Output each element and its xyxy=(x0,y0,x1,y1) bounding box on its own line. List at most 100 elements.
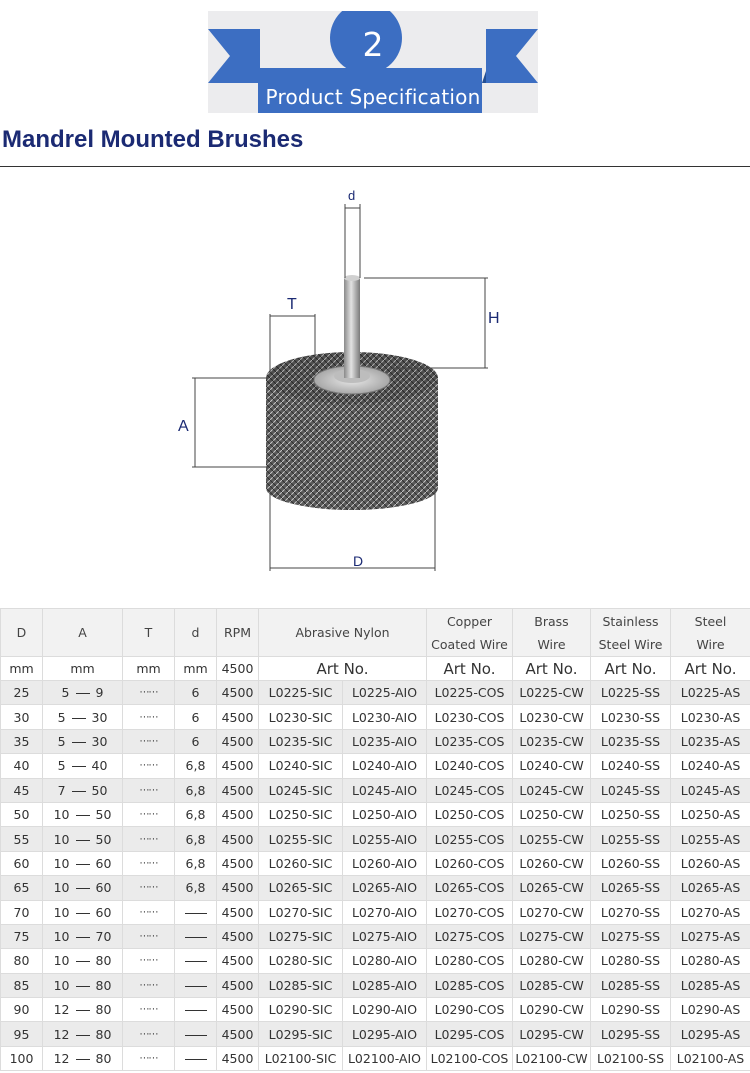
cell-A-max: 80 xyxy=(95,1026,112,1042)
cell-art-cw: L0275-CW xyxy=(512,923,591,950)
cell-d: 6 xyxy=(174,704,217,730)
col-header-d: d xyxy=(174,608,217,657)
range-dash xyxy=(75,961,90,963)
cell-d: 6,8 xyxy=(174,826,217,852)
section-banner: 2 Product Specification xyxy=(208,11,538,113)
cell-art-aio: L0265-AIO xyxy=(342,875,427,901)
cell-art-cw: L0260-CW xyxy=(512,850,591,877)
cell-A-max: 30 xyxy=(91,733,108,749)
table-row: 75 10 70 ⋯⋯ 4500 L0275-SIC L0275-AIO L0275-COS L… xyxy=(0,923,750,950)
cell-A-max: 40 xyxy=(91,758,108,774)
cell-art-ss: L0285-SS xyxy=(590,972,671,999)
cell-art-aio: L0290-AIO xyxy=(342,997,427,1023)
cell-T: ⋯⋯ xyxy=(122,777,175,803)
cell-art-cw: L02100-CW xyxy=(512,1045,591,1072)
cell-A-min: 5 xyxy=(57,758,66,774)
range-dash xyxy=(75,863,90,865)
cell-art-cos: L0260-COS xyxy=(426,850,513,877)
cell-d: 6,8 xyxy=(174,801,217,828)
cell-A-max: 9 xyxy=(95,685,104,701)
cell-rpm: 4500 xyxy=(216,997,259,1023)
table-row: 80 10 80 ⋯⋯ 4500 L0280-SIC L0280-AIO L0280-COS L… xyxy=(0,948,750,974)
cell-art-aio: L0235-AIO xyxy=(342,728,427,755)
cell-A-max: 50 xyxy=(95,831,112,847)
cell-A: 10 60 xyxy=(42,899,123,925)
cell-A: 5 30 xyxy=(42,728,123,755)
col-header-T: T xyxy=(122,608,175,657)
cell-art-as: L0285-AS xyxy=(670,972,750,999)
col-header-rpm: RPM xyxy=(216,608,259,657)
cell-D: 30 xyxy=(0,704,43,730)
section-number: 2 xyxy=(362,25,384,64)
cell-A-min: 10 xyxy=(53,807,70,823)
cell-art-cos: L0290-COS xyxy=(426,997,513,1023)
cell-art-as: L0270-AS xyxy=(670,899,750,925)
cell-T: ⋯⋯ xyxy=(122,753,175,779)
cell-A: 10 80 xyxy=(42,972,123,999)
cell-A: 10 60 xyxy=(42,850,123,877)
cell-rpm: 4500 xyxy=(216,777,259,803)
cell-d xyxy=(174,948,217,974)
cell-D: 35 xyxy=(0,728,43,755)
cell-art-aio: L0240-AIO xyxy=(342,753,427,779)
cell-art-sic: L0265-SIC xyxy=(258,875,343,901)
cell-art-cw: L0245-CW xyxy=(512,777,591,803)
cell-art-ss: L0235-SS xyxy=(590,728,671,755)
cell-A-max: 50 xyxy=(91,782,108,798)
empty-dash xyxy=(184,912,207,914)
cell-art-sic: L0260-SIC xyxy=(258,850,343,877)
cell-T: ⋯⋯ xyxy=(122,679,175,706)
art-no-stainless: Art No. xyxy=(590,656,671,681)
cell-D: 95 xyxy=(0,1021,43,1047)
cell-T: ⋯⋯ xyxy=(122,923,175,950)
cell-art-sic: L0255-SIC xyxy=(258,826,343,852)
cell-art-cw: L0280-CW xyxy=(512,948,591,974)
art-no-nylon: Art No. xyxy=(258,656,427,681)
cell-art-cw: L0230-CW xyxy=(512,704,591,730)
cell-art-as: L0280-AS xyxy=(670,948,750,974)
cell-art-aio: L0285-AIO xyxy=(342,972,427,999)
cell-art-aio: L0260-AIO xyxy=(342,850,427,877)
dimension-label-H: H xyxy=(488,310,500,327)
unit-rpm: 4500 xyxy=(216,656,259,681)
cell-A-min: 12 xyxy=(53,1026,70,1042)
cell-A: 10 50 xyxy=(42,826,123,852)
cell-A: 59 xyxy=(42,679,123,706)
cell-D: 75 xyxy=(0,923,43,950)
cell-A: 12 80 xyxy=(42,997,123,1023)
cell-art-cw: L0240-CW xyxy=(512,753,591,779)
cell-rpm: 4500 xyxy=(216,948,259,974)
cell-A-min: 10 xyxy=(53,977,70,993)
cell-A-min: 5 xyxy=(57,733,66,749)
cell-A-min: 12 xyxy=(53,1051,70,1067)
cell-art-cos: L0235-COS xyxy=(426,728,513,755)
cell-A: 12 80 xyxy=(42,1021,123,1047)
cell-A-max: 70 xyxy=(95,929,112,945)
cell-A-min: 12 xyxy=(53,1002,70,1018)
cell-A: 10 50 xyxy=(42,801,123,828)
cell-art-sic: L0295-SIC xyxy=(258,1021,343,1047)
col-header-steel: Steel Wire xyxy=(670,608,750,657)
cell-art-sic: L0285-SIC xyxy=(258,972,343,999)
cell-art-aio: L0280-AIO xyxy=(342,948,427,974)
cell-art-as: L0265-AS xyxy=(670,875,750,901)
unit-D: mm xyxy=(0,656,43,681)
cell-A-min: 7 xyxy=(57,782,66,798)
cell-art-ss: L0260-SS xyxy=(590,850,671,877)
col-header-A: A xyxy=(42,608,123,657)
table-row: 90 12 80 ⋯⋯ 4500 L0290-SIC L0290-AIO L0290-COS L… xyxy=(0,997,750,1023)
table-row: 85 10 80 ⋯⋯ 4500 L0285-SIC L0285-AIO L0285-COS L… xyxy=(0,972,750,999)
cell-A-min: 10 xyxy=(53,904,70,920)
cell-art-sic: L0275-SIC xyxy=(258,923,343,950)
range-dash xyxy=(75,815,90,817)
art-no-steel: Art No. xyxy=(670,656,750,681)
cell-A-max: 80 xyxy=(95,1002,112,1018)
range-dash xyxy=(75,693,90,695)
section-title: Product Specification xyxy=(265,85,481,109)
cell-art-ss: L0295-SS xyxy=(590,1021,671,1047)
cell-art-aio: L0245-AIO xyxy=(342,777,427,803)
table-row: 95 12 80 ⋯⋯ 4500 L0295-SIC L0295-AIO L0295-COS L… xyxy=(0,1021,750,1047)
cell-d: 6 xyxy=(174,728,217,755)
dimension-label-D: D xyxy=(353,553,364,569)
table-row: 65 10 60 ⋯⋯ 6,8 4500 L0265-SIC L0265-AIO L0265-C… xyxy=(0,875,750,901)
